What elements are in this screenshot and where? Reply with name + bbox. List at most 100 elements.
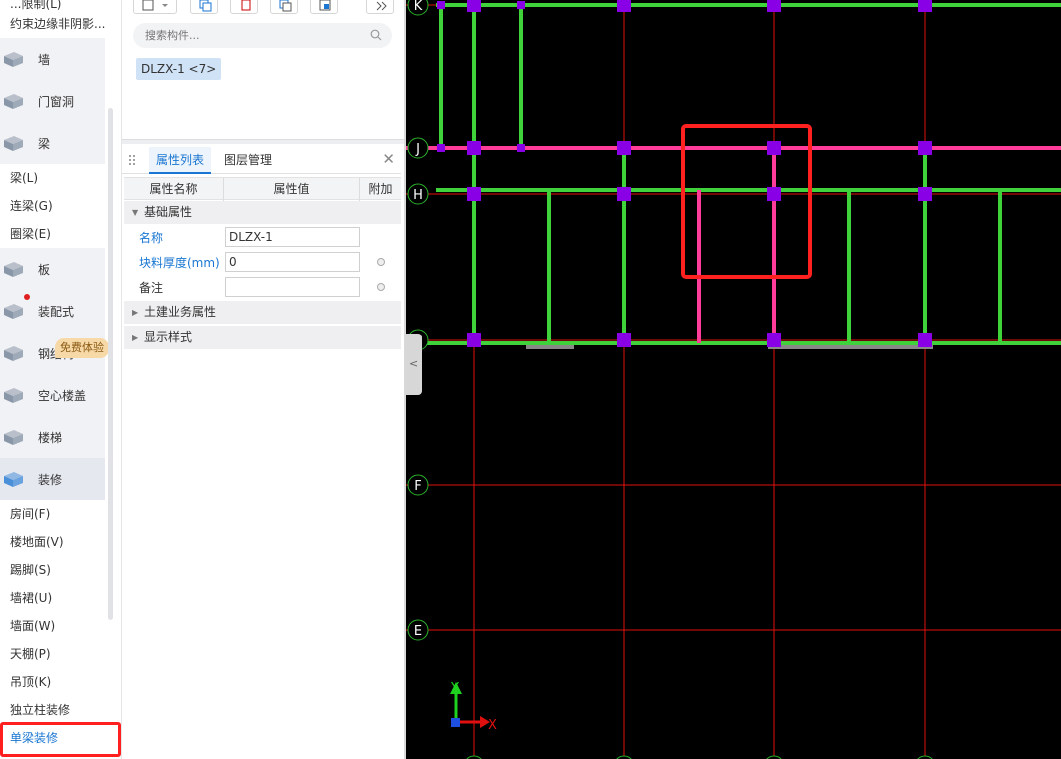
ucs-origin <box>451 718 460 727</box>
column <box>767 0 781 12</box>
axis-row-label: K <box>414 0 423 14</box>
search-input[interactable] <box>133 23 353 48</box>
sidebar-category-stair[interactable]: 楼梯 <box>0 416 105 458</box>
sidebar-scrollbar[interactable] <box>108 108 113 620</box>
extra-checkbox[interactable] <box>377 283 385 291</box>
column <box>467 187 481 201</box>
property-tabs: 属性列表 图层管理 ✕ <box>122 147 401 174</box>
sidebar-category-door-window[interactable]: 门窗洞 <box>0 80 105 122</box>
column <box>517 1 525 9</box>
column <box>437 144 445 152</box>
copy-component-button[interactable] <box>190 0 218 14</box>
property-table-header: 属性名称 属性值 附加 <box>124 177 401 201</box>
copy-icon <box>199 0 212 12</box>
sidebar-category-hollow-floor[interactable]: 空心楼盖 <box>0 374 105 416</box>
tab-property-list[interactable]: 属性列表 <box>149 147 212 174</box>
collapse-panel-button[interactable]: < <box>405 334 422 395</box>
column <box>918 333 932 347</box>
property-label: 块料厚度(mm) <box>139 256 220 270</box>
layer-copy-icon <box>279 0 292 12</box>
new-component-icon <box>142 0 168 11</box>
sidebar-category-label: 板 <box>38 262 51 277</box>
column <box>617 0 631 12</box>
sidebar-item[interactable]: 独立柱装修 <box>0 696 112 724</box>
ucs-x-label: X <box>488 718 497 733</box>
sidebar-category-slab[interactable]: 板 <box>0 248 105 290</box>
search-icon[interactable] <box>370 29 382 41</box>
name-field[interactable] <box>225 227 360 247</box>
sidebar-category-beam[interactable]: 梁 <box>0 122 105 164</box>
sidebar-item[interactable]: 墙裙(U) <box>0 584 112 612</box>
import-icon <box>319 0 331 11</box>
sidebar-item[interactable]: 墙面(W) <box>0 612 112 640</box>
close-icon[interactable]: ✕ <box>382 150 395 168</box>
column <box>617 141 631 155</box>
component-item-dlzx-1[interactable]: DLZX-1 <7> <box>136 58 222 80</box>
axis-row-label: J <box>415 142 420 157</box>
double-chevron-right-icon <box>376 1 387 11</box>
import-component-button[interactable] <box>310 0 338 14</box>
sidebar-category-prefab[interactable]: 装配式 <box>0 290 105 332</box>
sidebar-item[interactable]: 梁(L) <box>0 164 112 192</box>
wall-icon <box>0 47 26 71</box>
thickness-field[interactable] <box>225 252 360 272</box>
delete-icon <box>241 0 251 11</box>
more-tools-button[interactable] <box>366 0 394 14</box>
sidebar-item[interactable]: 天棚(P) <box>0 640 112 668</box>
chevron-left-icon: < <box>409 357 419 370</box>
sidebar-item[interactable]: 踢脚(S) <box>0 556 112 584</box>
column <box>467 333 481 347</box>
col-extra: 附加 <box>368 182 393 196</box>
free-trial-badge[interactable]: 免费体验 <box>55 338 109 358</box>
stair-icon <box>0 425 26 449</box>
sidebar-category-decoration[interactable]: 装修 <box>0 458 105 500</box>
column <box>617 187 631 201</box>
column <box>767 141 781 155</box>
sidebar-item[interactable]: 圈梁(E) <box>0 220 112 248</box>
sidebar-category-label: 楼梯 <box>38 430 63 445</box>
decoration-icon <box>0 467 26 491</box>
extra-checkbox[interactable] <box>377 258 385 266</box>
tab-layer-management[interactable]: 图层管理 <box>217 147 279 174</box>
slab-strip <box>526 345 574 349</box>
delete-component-button[interactable] <box>230 0 258 14</box>
sidebar-item[interactable]: 吊顶(K) <box>0 668 112 696</box>
sidebar-item[interactable]: 约束边缘非阴影... <box>0 10 112 38</box>
property-row-thickness: 块料厚度(mm) <box>124 250 401 275</box>
new-indicator-dot <box>24 294 30 300</box>
group-label: 土建业务属性 <box>144 305 217 319</box>
app-window: ...限制(L) 约束边缘非阴影... 墙门窗洞梁梁(L) 连梁(G) 圈梁(E) 板装配… <box>0 0 1061 759</box>
layer-copy-button[interactable] <box>270 0 298 14</box>
new-component-button[interactable] <box>133 0 177 14</box>
sidebar-item[interactable]: 楼地面(V) <box>0 528 112 556</box>
expand-right-icon: ▶ <box>132 308 139 317</box>
sidebar-category-label: 梁 <box>38 136 51 151</box>
beam-icon <box>0 131 26 155</box>
ucs-y-label: Y <box>450 681 459 696</box>
sidebar-category-label: 装配式 <box>38 304 75 319</box>
slab-icon <box>0 257 26 281</box>
component-search <box>133 23 392 48</box>
column <box>767 187 781 201</box>
cad-drawing[interactable]: KJHGFE6789XY <box>406 0 1061 759</box>
sidebar-category-wall[interactable]: 墙 <box>0 38 105 80</box>
sidebar-category-label: 墙 <box>38 52 51 67</box>
group-civil-properties[interactable]: ▶ 土建业务属性 <box>124 301 401 324</box>
column <box>918 141 932 155</box>
note-field[interactable] <box>225 277 360 297</box>
drag-handle-icon[interactable] <box>128 154 136 166</box>
column <box>437 1 445 9</box>
group-display-style[interactable]: ▶ 显示样式 <box>124 326 401 349</box>
property-label: 备注 <box>139 281 164 295</box>
prefab-icon <box>0 299 26 323</box>
axis-row-label: H <box>413 188 423 203</box>
column <box>517 144 525 152</box>
column <box>918 0 932 12</box>
group-basic-properties[interactable]: ▼ 基础属性 <box>124 201 401 224</box>
sidebar-item[interactable]: 连梁(G) <box>0 192 112 220</box>
expand-right-icon: ▶ <box>132 333 139 342</box>
panel-splitter[interactable] <box>122 139 405 144</box>
sidebar-item[interactable]: 房间(F) <box>0 500 112 528</box>
column <box>918 187 932 201</box>
drawing-canvas[interactable]: KJHGFE6789XY <box>406 0 1061 759</box>
